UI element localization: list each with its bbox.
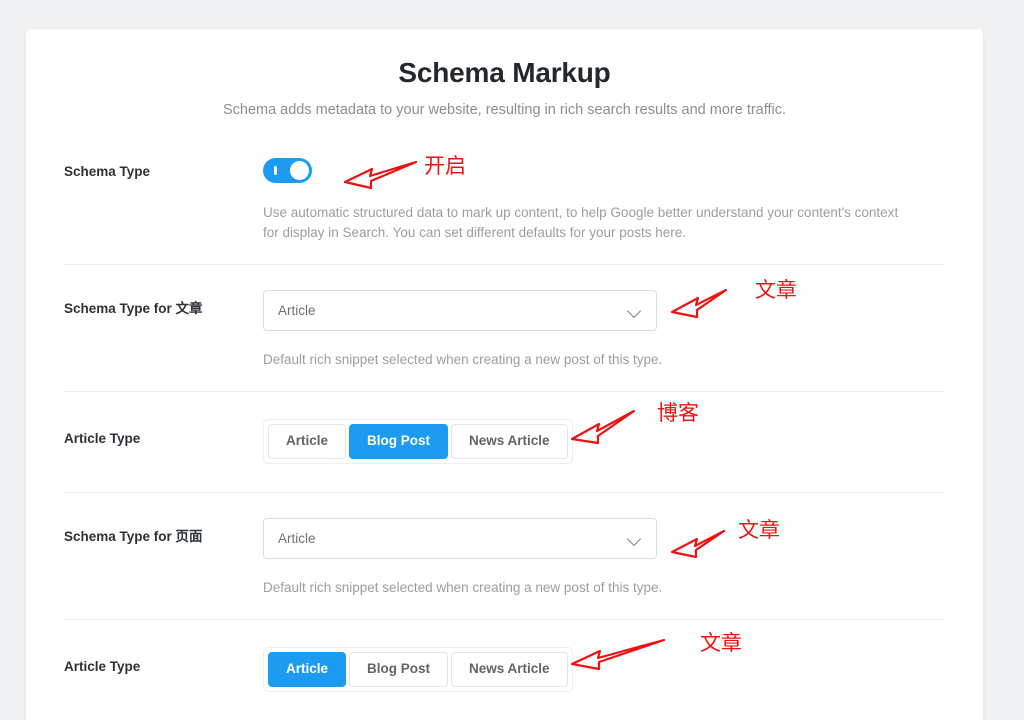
toggle-knob: [290, 161, 309, 181]
page-root: Schema Markup Schema adds metadata to yo…: [0, 0, 1024, 720]
row-schema-type-page: Schema Type for 页面 Article Default rich …: [64, 493, 945, 621]
row-body-schema-type-page: Article Default rich snippet selected wh…: [263, 517, 945, 598]
article-type-post-option-article[interactable]: Article: [268, 424, 347, 459]
row-schema-type: Schema Type Use automatic structured dat…: [64, 144, 945, 265]
settings-card: Schema Markup Schema adds metadata to yo…: [26, 29, 983, 720]
chevron-down-icon: [627, 534, 642, 543]
row-article-type-post: Article Type Article Blog Post News Arti…: [64, 392, 945, 493]
article-type-page-option-blog-post[interactable]: Blog Post: [349, 652, 449, 687]
schema-type-page-select[interactable]: Article: [263, 517, 657, 559]
article-type-post-option-news-article[interactable]: News Article: [451, 424, 568, 459]
row-label-schema-type: Schema Type: [64, 164, 151, 180]
article-type-page-option-news-article[interactable]: News Article: [451, 652, 568, 687]
schema-type-post-value: Article: [278, 302, 316, 318]
schema-type-page-value: Article: [278, 530, 316, 546]
row-label-schema-type-post: Schema Type for 文章: [64, 300, 203, 316]
row-article-type-page: Article Type Article Blog Post News Arti…: [64, 620, 945, 720]
toggle-bar-icon: [274, 166, 277, 176]
settings-rows: Schema Type Use automatic structured dat…: [26, 144, 983, 720]
article-type-post-option-blog-post[interactable]: Blog Post: [349, 424, 449, 459]
schema-type-page-help: Default rich snippet selected when creat…: [263, 579, 663, 595]
schema-type-post-select-wrap: Article: [263, 289, 657, 331]
schema-type-page-select-wrap: Article: [263, 517, 657, 559]
article-type-page-group: Article Blog Post News Article: [263, 647, 573, 692]
row-body-article-type-post: Article Blog Post News Article: [263, 419, 945, 464]
schema-type-toggle[interactable]: [263, 158, 312, 184]
row-label-article-type-post: Article Type: [64, 431, 141, 447]
schema-type-help: Use automatic structured data to mark up…: [263, 205, 899, 240]
page-subtitle: Schema adds metadata to your website, re…: [222, 101, 787, 118]
article-type-post-group: Article Blog Post News Article: [263, 419, 573, 464]
chevron-down-icon: [627, 306, 642, 315]
row-body-schema-type: Use automatic structured data to mark up…: [263, 158, 945, 242]
row-label-schema-type-page: Schema Type for 页面: [64, 528, 203, 544]
schema-type-post-help: Default rich snippet selected when creat…: [263, 351, 663, 367]
card-header: Schema Markup Schema adds metadata to yo…: [26, 29, 983, 119]
row-body-schema-type-post: Article Default rich snippet selected wh…: [263, 289, 945, 370]
row-body-article-type-page: Article Blog Post News Article: [263, 647, 945, 692]
article-type-page-option-article[interactable]: Article: [268, 652, 347, 687]
row-label-article-type-page: Article Type: [64, 659, 141, 675]
schema-type-post-select[interactable]: Article: [263, 289, 657, 331]
page-title: Schema Markup: [398, 57, 611, 88]
row-schema-type-post: Schema Type for 文章 Article Default rich …: [64, 265, 945, 393]
